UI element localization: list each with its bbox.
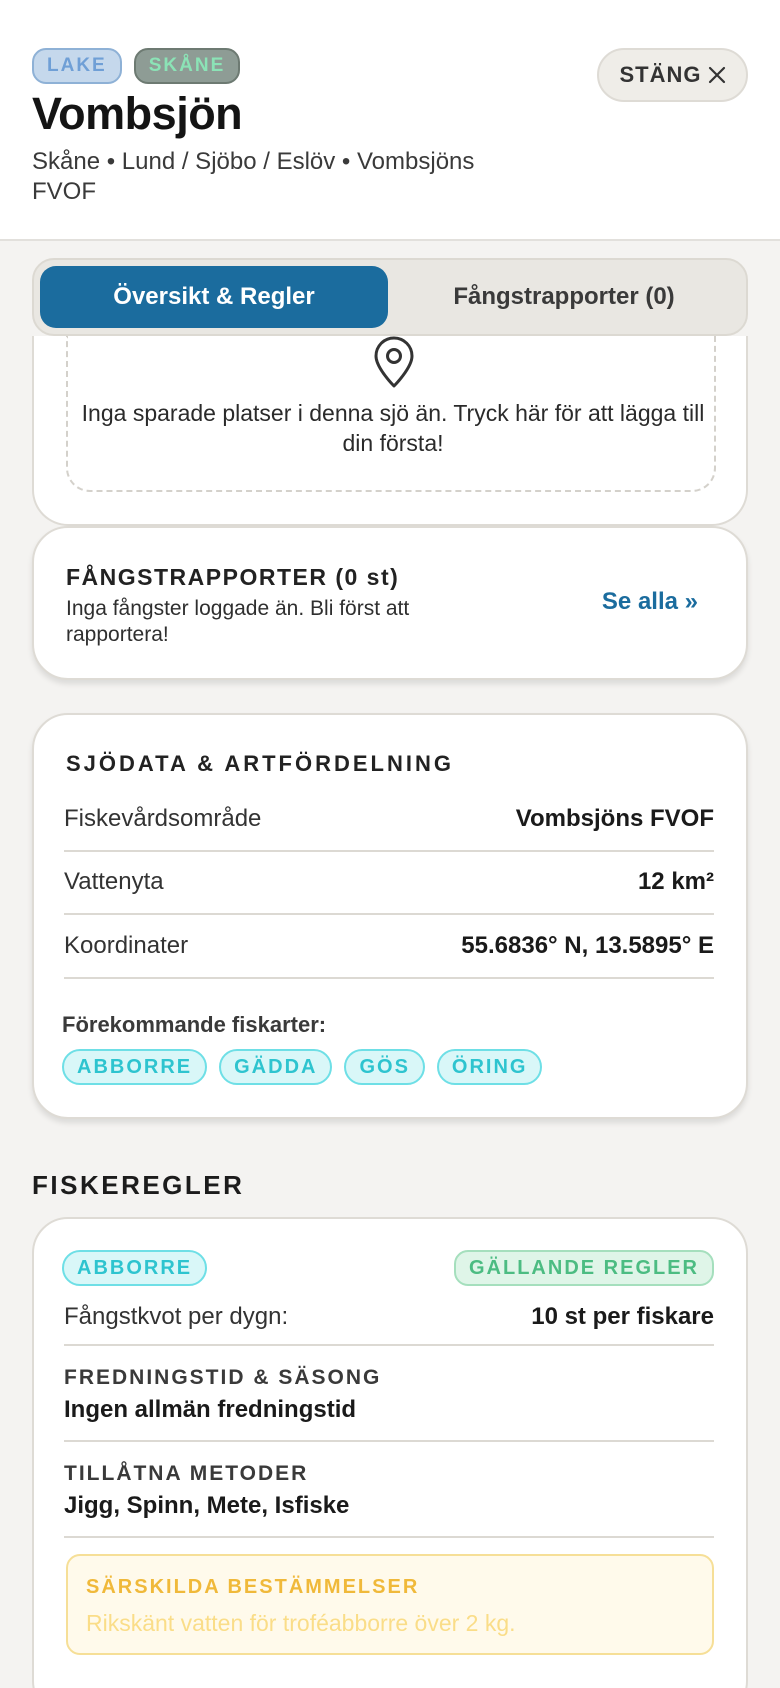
type-badge: LAKE	[32, 48, 122, 84]
lake-title: Vombsjön	[32, 88, 243, 139]
tab-bar: Översikt & Regler Fångstrapporter (0)	[32, 258, 748, 336]
close-button[interactable]: STÄNG	[597, 48, 748, 102]
season-value: Ingen allmän fredningstid	[64, 1396, 357, 1423]
special-text: Rikskänt vatten för troféabborre över 2 …	[86, 1610, 516, 1636]
lake-data-title: SJÖDATA & ARTFÖRDELNING	[66, 751, 454, 776]
data-row-key: Koordinater	[64, 932, 189, 959]
data-row-value: 12 km²	[637, 868, 714, 895]
data-row-key: Vattenyta	[64, 868, 164, 895]
methods-block: TILLÅTNA METODER Jigg, Spinn, Mete, Isfi…	[64, 1462, 714, 1538]
data-row-district: Fiskevårdsområde Vombsjöns FVOF	[64, 788, 714, 852]
close-icon	[708, 66, 725, 84]
rules-heading: FISKEREGLER	[32, 1170, 245, 1200]
methods-value: Jigg, Spinn, Mete, Isfiske	[64, 1492, 350, 1519]
quota-row: Fångstkvot per dygn: 10 st per fiskare	[64, 1290, 714, 1346]
season-block: FREDNINGSTID & SÄSONG Ingen allmän fredn…	[64, 1366, 714, 1442]
see-all-link[interactable]: Se alla »	[602, 588, 698, 616]
species-chip: GÄDDA	[219, 1049, 333, 1085]
close-button-label: STÄNG	[619, 62, 702, 87]
tab-reports[interactable]: Fångstrapporter (0)	[388, 266, 740, 328]
species-chip: ÖRING	[436, 1049, 543, 1085]
species-label: Förekommande fiskarter:	[62, 1012, 327, 1037]
catch-reports-title: FÅNGSTRAPPORTER (0 st)	[66, 564, 400, 590]
special-regulations-box: SÄRSKILDA BESTÄMMELSER Rikskänt vatten f…	[66, 1554, 714, 1655]
rule-status-badge: GÄLLANDE REGLER	[454, 1250, 714, 1286]
add-place-dropzone[interactable]: Inga sparade platser i denna sjö än. Try…	[66, 336, 716, 492]
saved-places-card: Inga sparade platser i denna sjö än. Try…	[32, 336, 748, 526]
species-chip: ABBORRE	[62, 1049, 208, 1085]
tab-overview[interactable]: Översikt & Regler	[40, 266, 388, 328]
lake-header: LAKE SKÅNE Vombsjön Skåne • Lund / Sjöbo…	[0, 0, 780, 241]
rule-species-chip: ABBORRE	[62, 1250, 208, 1286]
catch-reports-card: FÅNGSTRAPPORTER (0 st) Inga fångster log…	[32, 526, 748, 680]
quota-value: 10 st per fiskare	[531, 1303, 714, 1330]
region-badge: SKÅNE	[133, 48, 241, 84]
data-row-key: Fiskevårdsområde	[64, 805, 262, 832]
data-row-coordinates: Koordinater 55.6836° N, 13.5895° E	[64, 915, 714, 979]
lake-subtitle: Skåne • Lund / Sjöbo / Eslöv • Vombsjöns…	[32, 148, 475, 205]
data-row-area: Vattenyta 12 km²	[64, 851, 714, 915]
map-pin-icon	[374, 336, 414, 388]
data-row-value: Vombsjöns FVOF	[515, 805, 714, 832]
special-label: SÄRSKILDA BESTÄMMELSER	[86, 1576, 420, 1598]
season-label: FREDNINGSTID & SÄSONG	[64, 1366, 382, 1389]
header-badges: LAKE SKÅNE	[32, 48, 241, 84]
methods-label: TILLÅTNA METODER	[64, 1462, 309, 1485]
places-empty-text: Inga sparade platser i denna sjö än. Try…	[81, 400, 705, 456]
quota-label: Fångstkvot per dygn:	[64, 1303, 289, 1330]
catch-reports-empty-text: Inga fångster loggade än. Bli först att …	[66, 597, 410, 646]
species-chip: GÖS	[344, 1049, 425, 1085]
data-row-value: 55.6836° N, 13.5895° E	[461, 932, 714, 959]
species-chips: ABBORRE GÄDDA GÖS ÖRING	[62, 1049, 543, 1085]
